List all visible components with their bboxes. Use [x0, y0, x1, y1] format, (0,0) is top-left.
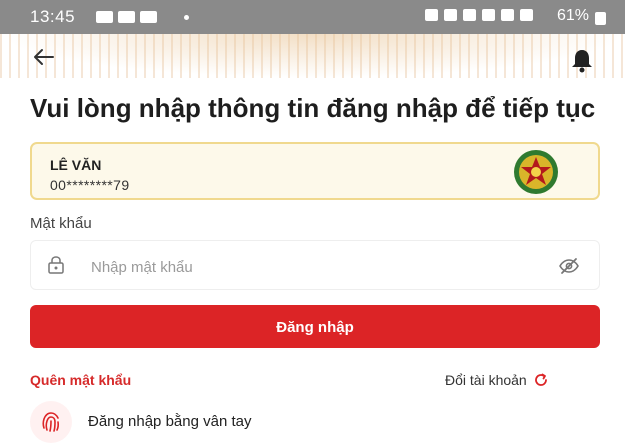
police-emblem-icon [514, 150, 558, 194]
password-label: Mật khẩu [30, 215, 92, 232]
status-bar: 13:45 61% [0, 0, 625, 34]
back-button[interactable] [28, 44, 60, 76]
account-card: LÊ VĂN 00********79 [30, 142, 600, 200]
bell-icon [572, 50, 592, 73]
status-time: 13:45 [30, 7, 76, 26]
password-field[interactable] [30, 240, 600, 290]
arrow-left-icon [34, 49, 54, 65]
alarm-icon [425, 9, 438, 21]
notification-button[interactable] [568, 46, 596, 74]
signal-icon [501, 9, 514, 21]
password-input[interactable] [89, 253, 533, 281]
top-bar [0, 34, 625, 90]
notification-icons [96, 11, 157, 23]
battery-icon [595, 12, 606, 25]
switch-account-label: Đổi tài khoản [445, 372, 527, 388]
notification-icon [96, 11, 113, 23]
page-title: Vui lòng nhập thông tin đăng nhập để tiế… [30, 93, 596, 123]
account-number: 00********79 [50, 177, 130, 193]
system-icons [425, 9, 533, 21]
fingerprint-icon [42, 411, 59, 432]
forgot-password-link[interactable]: Quên mật khẩu [30, 372, 131, 388]
battery-level: 61% [557, 7, 590, 24]
fingerprint-login-label: Đăng nhập bằng vân tay [88, 413, 252, 430]
more-notifications-dot [184, 15, 189, 20]
silent-icon [444, 9, 457, 21]
switch-account-button[interactable]: Đổi tài khoản [445, 372, 549, 388]
account-name: LÊ VĂN [50, 157, 102, 173]
notification-icon [118, 11, 135, 23]
lock-icon [48, 256, 64, 274]
wifi-icon [482, 9, 495, 21]
refresh-icon [534, 373, 547, 386]
signal-icon [520, 9, 533, 21]
notification-icon [140, 11, 157, 23]
fingerprint-icon-wrapper [30, 400, 72, 443]
fingerprint-login-button[interactable]: Đăng nhập bằng vân tay [30, 400, 430, 443]
hide-password-icon[interactable] [558, 256, 580, 276]
login-button[interactable]: Đăng nhập [30, 305, 600, 348]
mute-icon [463, 9, 476, 21]
